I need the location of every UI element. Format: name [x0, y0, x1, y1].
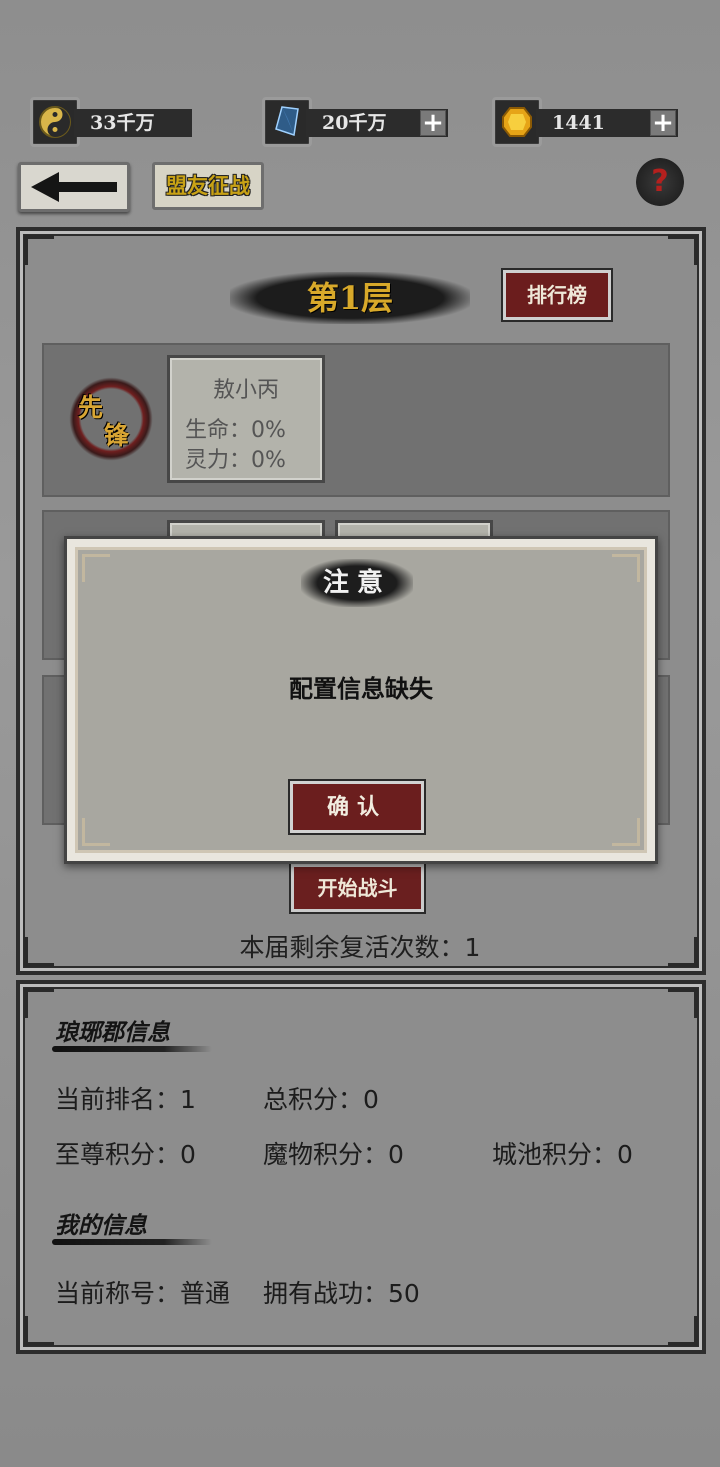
alert-dialog: 注意 配置信息缺失 确认: [64, 536, 658, 864]
dialog-title: 注意: [301, 559, 413, 607]
dialog-message: 配置信息缺失: [289, 674, 433, 703]
confirm-button[interactable]: 确认: [288, 779, 426, 835]
